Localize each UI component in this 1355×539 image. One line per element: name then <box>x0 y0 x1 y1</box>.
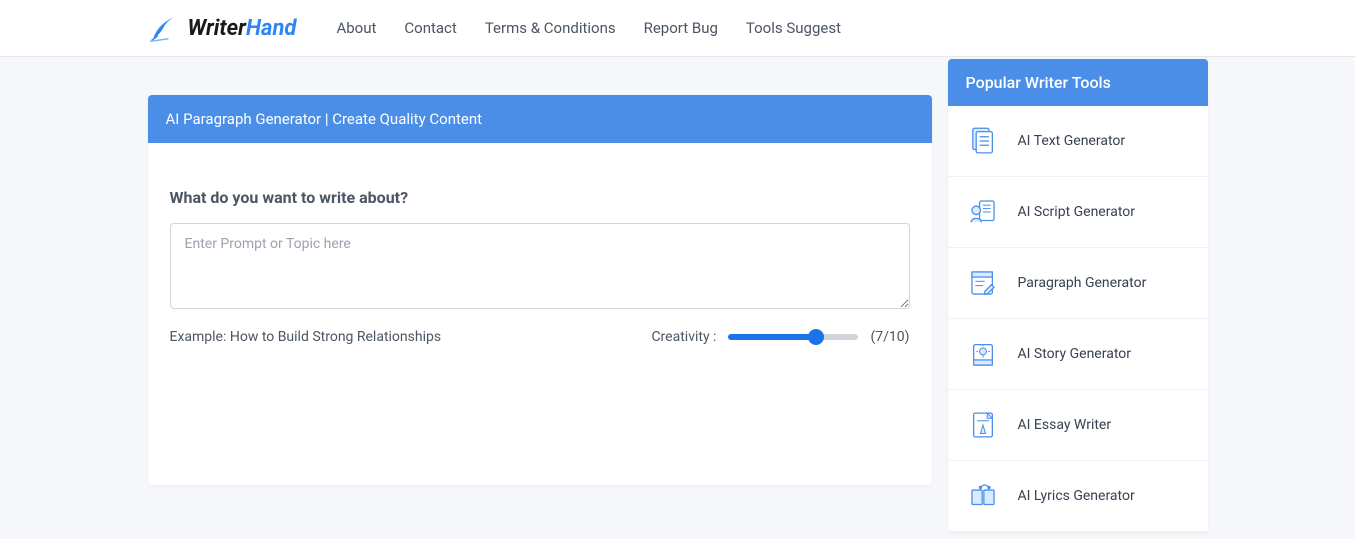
edit-document-icon <box>966 266 1000 300</box>
nav-terms[interactable]: Terms & Conditions <box>485 19 616 37</box>
logo[interactable]: WriterHand <box>148 12 297 44</box>
feather-icon <box>148 12 180 44</box>
header: WriterHand About Contact Terms & Conditi… <box>0 0 1355 57</box>
tool-item-story-generator[interactable]: AI Story Generator <box>948 319 1208 390</box>
tool-label: AI Story Generator <box>1018 346 1132 362</box>
tool-item-script-generator[interactable]: AI Script Generator <box>948 177 1208 248</box>
logo-text: WriterHand <box>188 16 297 41</box>
tool-label: AI Essay Writer <box>1018 417 1112 433</box>
creativity-slider[interactable] <box>728 334 858 340</box>
creativity-value: (7/10) <box>870 329 909 345</box>
tool-item-paragraph-generator[interactable]: Paragraph Generator <box>948 248 1208 319</box>
example-text: Example: How to Build Strong Relationshi… <box>170 329 442 345</box>
prompt-input[interactable] <box>170 223 910 309</box>
page-title: AI Paragraph Generator | Create Quality … <box>148 95 932 143</box>
nav-about[interactable]: About <box>336 19 376 37</box>
tool-item-text-generator[interactable]: AI Text Generator <box>948 106 1208 177</box>
music-book-icon <box>966 479 1000 513</box>
tool-item-lyrics-generator[interactable]: AI Lyrics Generator <box>948 461 1208 532</box>
tool-label: AI Text Generator <box>1018 133 1126 149</box>
document-icon <box>966 124 1000 158</box>
tool-label: AI Lyrics Generator <box>1018 488 1135 504</box>
prompt-label: What do you want to write about? <box>170 188 910 207</box>
essay-icon <box>966 408 1000 442</box>
book-idea-icon <box>966 337 1000 371</box>
main-nav: About Contact Terms & Conditions Report … <box>336 19 841 37</box>
tool-item-essay-writer[interactable]: AI Essay Writer <box>948 390 1208 461</box>
sidebar-header: Popular Writer Tools <box>948 59 1208 106</box>
main-card: AI Paragraph Generator | Create Quality … <box>148 95 932 485</box>
nav-report-bug[interactable]: Report Bug <box>644 19 718 37</box>
tool-label: Paragraph Generator <box>1018 275 1147 291</box>
tool-label: AI Script Generator <box>1018 204 1136 220</box>
nav-contact[interactable]: Contact <box>404 19 456 37</box>
creativity-control: Creativity : (7/10) <box>651 329 909 345</box>
creativity-label: Creativity : <box>651 329 716 345</box>
script-icon <box>966 195 1000 229</box>
nav-tools-suggest[interactable]: Tools Suggest <box>746 19 841 37</box>
sidebar: Popular Writer Tools AI Text Generator A… <box>948 59 1208 532</box>
